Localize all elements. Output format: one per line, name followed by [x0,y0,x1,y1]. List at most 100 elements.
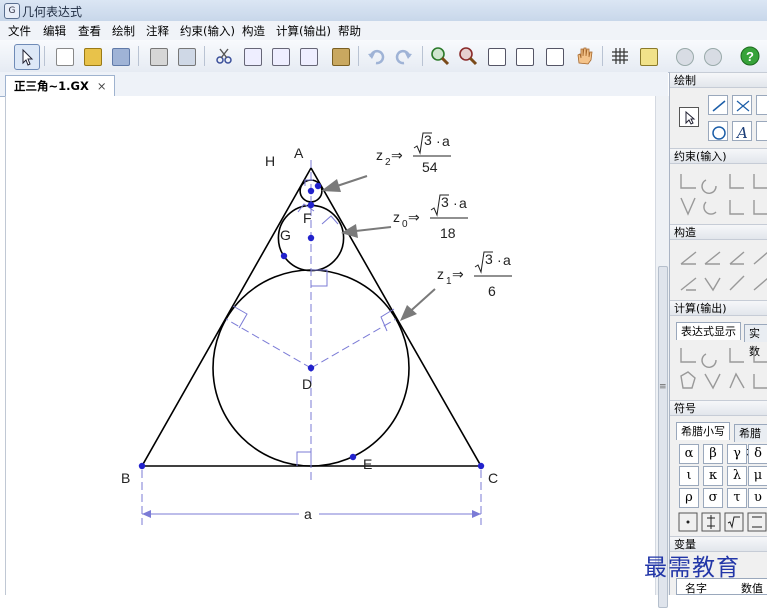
snap-icon [640,48,658,66]
draw-circle-tool[interactable] [708,121,728,141]
zoom-out-button[interactable] [456,44,480,68]
draw-segment-icon [736,100,750,112]
greek-rho[interactable]: ρ [679,488,699,508]
gear-button[interactable] [672,44,696,68]
undo-button[interactable] [364,44,388,68]
grid-button[interactable] [608,44,632,68]
symbol-tab-greek-upper[interactable]: 希腊大 [734,424,767,458]
geometry-drawing[interactable]: a A H B C D E F G z 2 ⇒ 3 · a 54 z 0 ⇒ 3… [6,96,656,595]
greek-beta[interactable]: β [703,444,723,464]
svg-text:3: 3 [485,251,493,267]
canvas-scrollbar[interactable]: ≡ [655,96,669,608]
operator-icons [678,512,767,532]
formula-z2[interactable]: z 2 ⇒ 3 · a 54 [376,132,451,175]
constraint-tools[interactable] [678,170,767,220]
splitter-grip-icon[interactable]: ≡ [659,382,667,392]
menu-calculate[interactable]: 计算(输出) [276,23,331,39]
print-button[interactable] [146,44,170,68]
draw-image-tool[interactable] [756,121,767,141]
svg-text:z: z [376,147,383,163]
greek-tau[interactable]: τ [727,488,747,508]
clipboard-icon [332,48,350,66]
zoom-in-button[interactable] [428,44,452,68]
zoom-fit-icon [488,48,506,66]
greek-sigma[interactable]: σ [703,488,723,508]
svg-text:·: · [453,195,458,211]
draw-text-tool[interactable]: A [732,121,752,141]
formula-z1[interactable]: z 1 ⇒ 3 · a 6 [437,251,512,299]
menu-bar: 文件 编辑 查看 绘制 注释 约束(输入) 构造 计算(输出) 帮助 [0,21,767,41]
panel-constraint-header[interactable]: 约束(输入) [670,148,767,164]
draw-segment-tool[interactable] [732,95,752,115]
menu-construct[interactable]: 构造 [242,23,265,39]
greek-kappa[interactable]: κ [703,466,723,486]
save-button[interactable] [108,44,132,68]
point-label-h: H [265,153,275,169]
open-file-button[interactable] [80,44,104,68]
panel-symbol-header[interactable]: 符号 [670,400,767,416]
zoom-page-button[interactable] [542,44,566,68]
copy-image-button[interactable] [296,44,320,68]
copy-button[interactable] [240,44,264,68]
gear-settings-button[interactable] [700,44,724,68]
greek-mu[interactable]: μ [748,466,767,486]
redo-button[interactable] [392,44,416,68]
help-button[interactable]: ? [738,44,762,68]
paste-button[interactable] [328,44,352,68]
copy-special-icon [272,48,290,66]
svg-text:3: 3 [441,194,449,210]
document-tab[interactable]: 正三角~1.GX × [5,75,116,96]
cut-button[interactable] [212,44,236,68]
zoom-window-button[interactable] [512,44,536,68]
constraint-icons [680,174,767,216]
title-bar: G 几何表达式 [0,0,767,22]
symbol-tab-greek-lower[interactable]: 希腊小写 [676,422,730,440]
folder-icon [84,48,102,66]
app-logo-icon: G [4,3,20,19]
calc-tab-real[interactable]: 实数 [744,324,767,358]
draw-select-tool[interactable] [679,107,699,127]
menu-file[interactable]: 文件 [8,23,31,39]
panel-draw-header[interactable]: 绘制 [670,72,767,88]
point-label-e: E [363,456,372,472]
pan-button[interactable] [572,44,596,68]
tool-panel: 绘制 A 约束(输入) 构造 计算(输出) 表达式显示 实数 符号 希腊小写 希… [669,72,767,595]
svg-text:a: a [442,133,450,149]
dimension-a[interactable]: a [142,506,481,522]
panel-construct-header[interactable]: 构造 [670,224,767,240]
greek-delta[interactable]: δ [748,444,767,464]
svg-text:·: · [497,252,502,268]
zoom-fit-button[interactable] [484,44,508,68]
greek-gamma[interactable]: γ [727,444,747,464]
calc-icons [680,348,767,390]
operator-symbols[interactable] [678,512,767,532]
drawing-canvas[interactable]: a A H B C D E F G z 2 ⇒ 3 · a 54 z 0 ⇒ 3… [5,96,656,595]
construct-tools[interactable] [678,246,767,296]
svg-text:⇒: ⇒ [452,266,464,282]
new-file-button[interactable] [52,44,76,68]
draw-point-tool[interactable] [708,95,728,115]
menu-constrain[interactable]: 约束(输入) [180,23,235,39]
formula-z0[interactable]: z 0 ⇒ 3 · a 18 [393,194,468,241]
menu-annotate[interactable]: 注释 [146,23,169,39]
menu-help[interactable]: 帮助 [338,23,361,39]
menu-draw[interactable]: 绘制 [112,23,135,39]
calc-tab-expression[interactable]: 表达式显示 [676,322,741,340]
close-icon[interactable]: × [97,79,107,93]
select-tool-button[interactable] [14,44,40,70]
calc-tools[interactable] [678,344,767,394]
svg-text:18: 18 [440,225,456,241]
print-preview-button[interactable] [174,44,198,68]
menu-view[interactable]: 查看 [78,23,101,39]
greek-alpha[interactable]: α [679,444,699,464]
menu-edit[interactable]: 编辑 [43,23,66,39]
zoom-window-icon [516,48,534,66]
greek-lambda[interactable]: λ [727,466,747,486]
snap-button[interactable] [636,44,660,68]
new-file-icon [56,48,74,66]
greek-iota[interactable]: ι [679,466,699,486]
panel-calc-header[interactable]: 计算(输出) [670,300,767,316]
draw-more-tool[interactable] [756,95,767,115]
copy-special-button[interactable] [268,44,292,68]
greek-upsilon[interactable]: υ [748,488,767,508]
